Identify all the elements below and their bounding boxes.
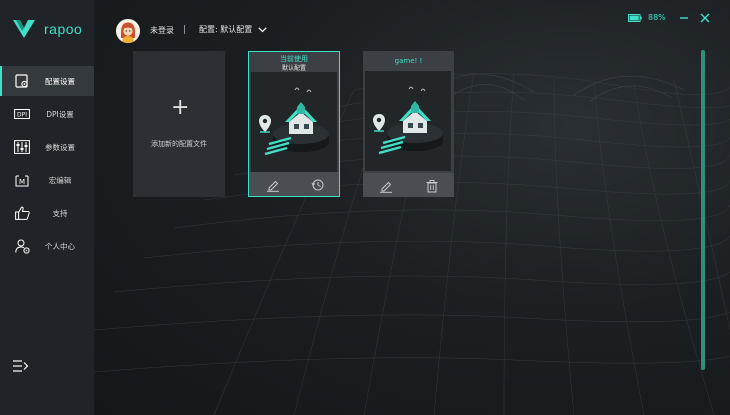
- profile-dropdown-label: 配置: 默认配置: [199, 25, 253, 34]
- menu-collapse-icon[interactable]: [13, 358, 29, 372]
- sidebar-item-support[interactable]: 支持: [0, 198, 94, 228]
- profile-card[interactable]: 当前使用 默认配置: [248, 51, 340, 197]
- sidebar-item-label: 个人中心: [45, 241, 75, 251]
- profile-illustration: [251, 72, 337, 172]
- sidebar-item-label: 宏编辑: [48, 175, 72, 185]
- history-icon[interactable]: [311, 177, 325, 191]
- sidebar-item-label: 参数设置: [45, 142, 75, 152]
- battery-percentage: 88%: [648, 13, 666, 22]
- rapoo-v-icon: [13, 20, 35, 38]
- login-status[interactable]: 未登录: [150, 25, 174, 36]
- battery-fill: [629, 15, 639, 20]
- card-header: game! !: [363, 51, 454, 71]
- card-footer: [363, 173, 454, 197]
- chevron-down-icon: [258, 26, 267, 32]
- dpi-icon: DPI: [14, 106, 30, 122]
- sidebar-item-config[interactable]: 配置设置: [0, 66, 94, 96]
- profile-dropdown[interactable]: 配置: 默认配置: [199, 24, 267, 35]
- close-button[interactable]: [698, 10, 712, 24]
- battery-indicator: 88%: [628, 13, 666, 22]
- header-divider: [184, 25, 185, 34]
- sidebar-item-dpi[interactable]: DPI DPI设置: [0, 99, 94, 129]
- brand-name: rapoo: [44, 21, 83, 37]
- svg-text:M: M: [19, 178, 25, 186]
- card-header: 当前使用 默认配置: [249, 52, 339, 72]
- profile-card[interactable]: game! !: [363, 51, 454, 197]
- sliders-icon: [14, 139, 30, 155]
- sidebar-item-label: 支持: [52, 208, 68, 218]
- rapoo-logo: rapoo: [12, 19, 82, 39]
- profile-name: game! !: [394, 57, 423, 65]
- card-footer: [249, 172, 339, 196]
- scrollbar[interactable]: [701, 50, 705, 370]
- edit-icon[interactable]: [266, 177, 280, 192]
- macro-icon: M: [14, 172, 30, 188]
- add-profile-label: 添加新的配置文件: [151, 140, 207, 148]
- profile-name: 默认配置: [281, 65, 306, 72]
- trash-icon[interactable]: [425, 178, 439, 193]
- sidebar: rapoo 配置设置 DPI DPI设置 参数设置 M 宏编辑 支持 个人中心: [0, 0, 94, 415]
- scrollbar-thumb[interactable]: [701, 50, 705, 370]
- sidebar-item-params[interactable]: 参数设置: [0, 132, 94, 162]
- thumbs-up-icon: [14, 205, 30, 221]
- edit-icon[interactable]: [379, 178, 393, 193]
- sidebar-item-label: 配置设置: [45, 76, 75, 86]
- minimize-icon: [680, 17, 688, 19]
- minimize-button[interactable]: [677, 10, 691, 24]
- add-profile-card[interactable]: + 添加新的配置文件: [133, 51, 225, 197]
- profile-illustration: [365, 71, 451, 171]
- sidebar-item-user-center[interactable]: 个人中心: [0, 231, 94, 261]
- plus-icon: +: [171, 95, 190, 120]
- battery-icon: [628, 13, 642, 22]
- sidebar-item-label: DPI设置: [46, 109, 74, 119]
- config-icon: [14, 73, 30, 89]
- sidebar-item-macro[interactable]: M 宏编辑: [0, 165, 94, 195]
- svg-text:DPI: DPI: [17, 112, 27, 119]
- user-gear-icon: [14, 238, 30, 254]
- close-icon: [700, 13, 710, 23]
- avatar[interactable]: [116, 19, 140, 43]
